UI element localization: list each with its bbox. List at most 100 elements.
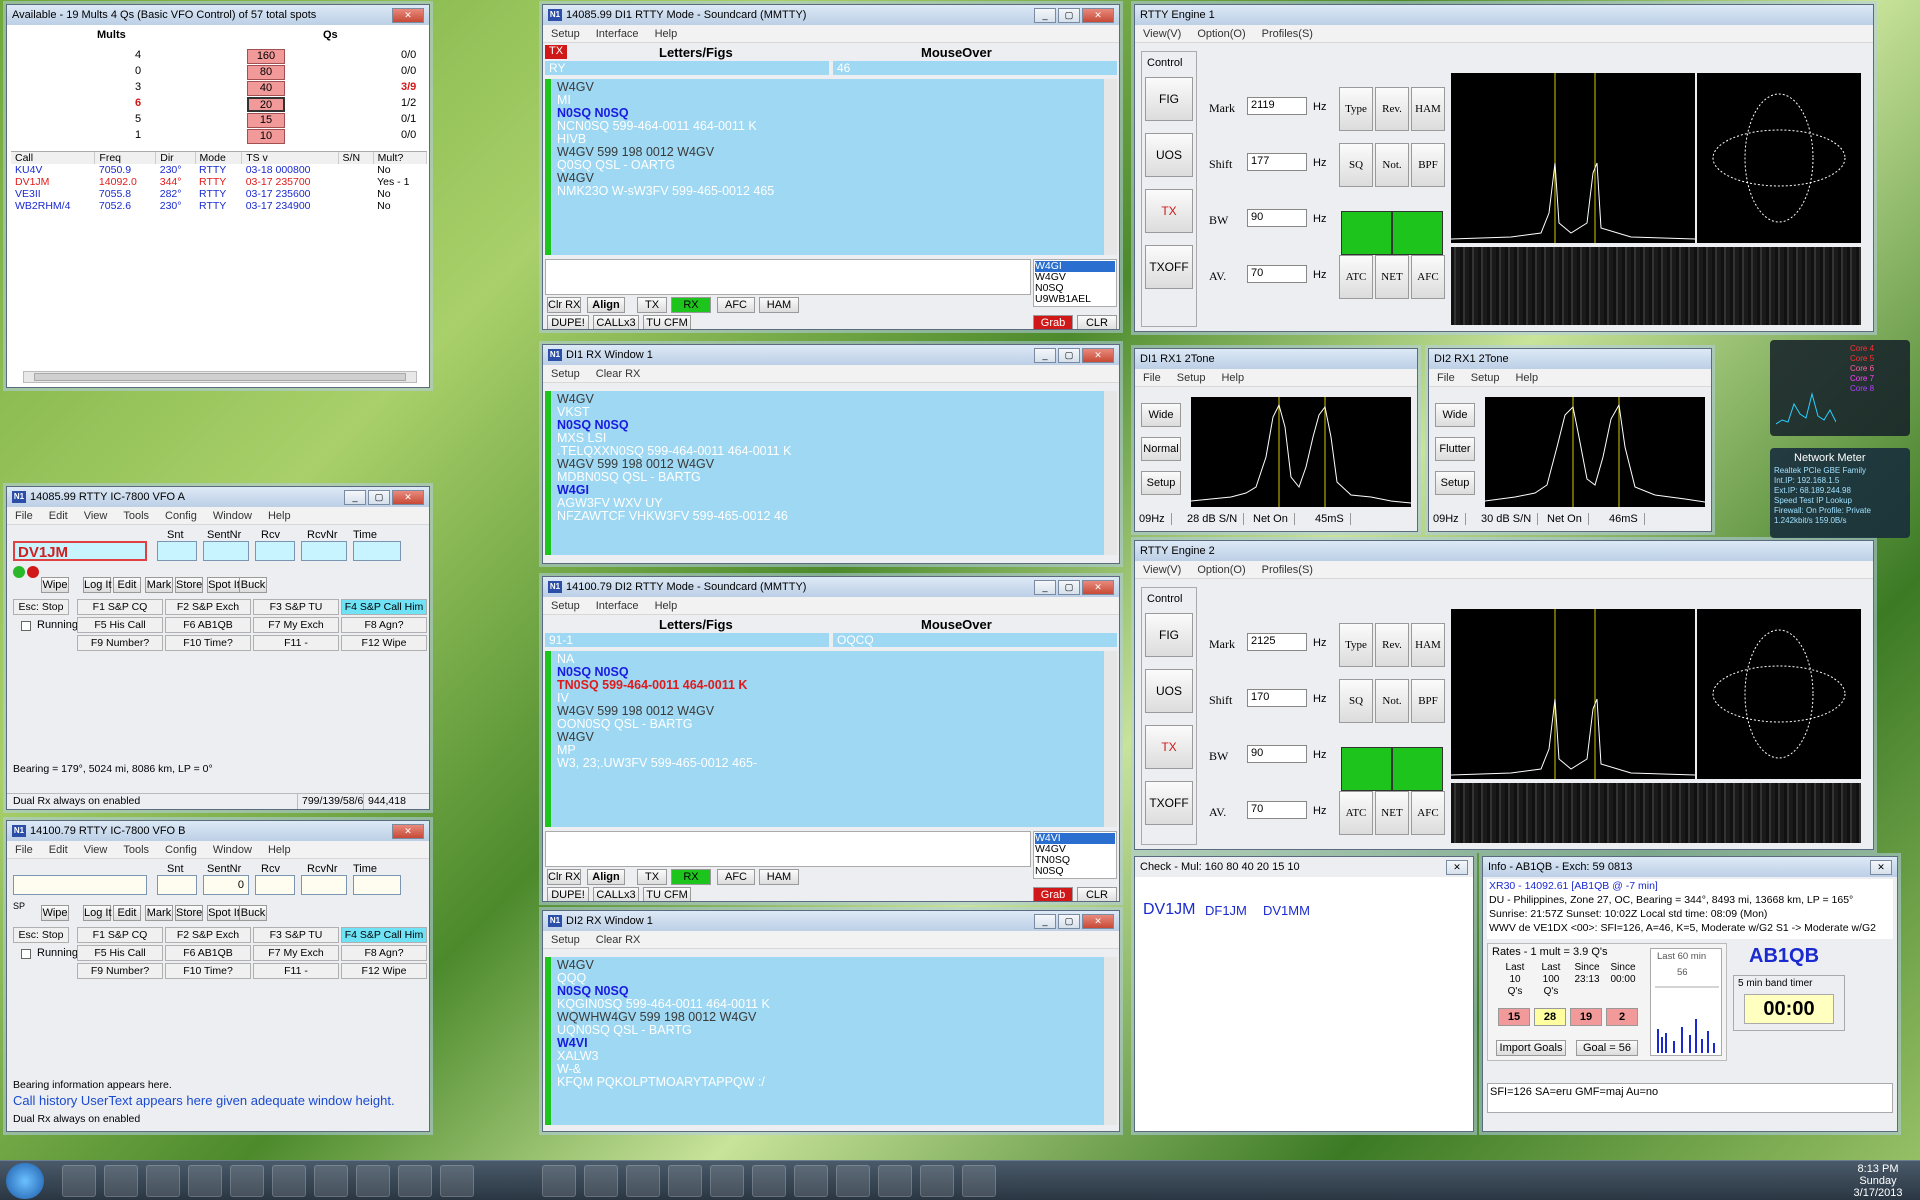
rtty-icon[interactable] — [878, 1165, 912, 1197]
engine-value-select[interactable]: 2119 — [1247, 97, 1307, 115]
start-button[interactable] — [6, 1163, 44, 1199]
column-header[interactable]: Dir — [155, 152, 196, 164]
sentnr-input[interactable] — [203, 541, 249, 561]
target-icon[interactable] — [920, 1165, 954, 1197]
rx2-titlebar[interactable]: N1 DI2 RX Window 1 _ ▢ ✕ — [543, 911, 1119, 931]
vfo-spot-it-button[interactable]: Spot It — [207, 905, 241, 921]
menu-item[interactable]: Window — [205, 510, 260, 522]
menu-item[interactable]: Tools — [115, 510, 157, 522]
vfo-edit-button[interactable]: Edit — [113, 577, 141, 593]
function-key[interactable]: F3 S&P TU — [253, 599, 339, 615]
engine-fig-button[interactable]: FIG — [1145, 613, 1193, 657]
function-key[interactable]: F3 S&P TU — [253, 927, 339, 943]
menu-item[interactable]: Help — [260, 510, 299, 522]
mmtty-clr-button[interactable]: CLR — [1077, 315, 1117, 329]
rcvnr-input[interactable] — [301, 541, 347, 561]
vfo-wipe-button[interactable]: Wipe — [41, 905, 69, 921]
vfob-titlebar[interactable]: N1 14100.79 RTTY IC-7800 VFO B ✕ — [7, 821, 429, 841]
available-titlebar[interactable]: Available - 19 Mults 4 Qs (Basic VFO Con… — [7, 5, 429, 25]
engine-txoff-button[interactable]: TXOFF — [1145, 781, 1193, 825]
import-goals-button[interactable]: Import Goals — [1496, 1040, 1566, 1056]
tx-text-area[interactable] — [545, 831, 1031, 867]
close-button[interactable]: ✕ — [392, 489, 424, 505]
callsign-list[interactable]: W4VI W4GV TN0SQ N0SQ — [1033, 831, 1117, 879]
ie-icon[interactable] — [62, 1165, 96, 1197]
setup-button[interactable]: Setup — [1435, 471, 1475, 495]
rx1-titlebar[interactable]: N1 DI1 RX Window 1 _ ▢ ✕ — [543, 345, 1119, 365]
paint-icon[interactable] — [794, 1165, 828, 1197]
engine-tx-button[interactable]: TX — [1145, 725, 1193, 769]
function-key[interactable]: F7 My Exch — [253, 945, 339, 961]
mmtty-tx-button[interactable]: TX — [637, 297, 667, 313]
close-button[interactable]: ✕ — [1082, 579, 1114, 595]
vertical-scrollbar[interactable] — [1103, 957, 1117, 1125]
vfo-spot-it-button[interactable]: Spot It — [207, 577, 241, 593]
function-key[interactable]: F8 Agn? — [341, 945, 427, 961]
vfo-store-button[interactable]: Store — [175, 905, 203, 921]
tx-text-area[interactable] — [545, 259, 1031, 295]
mmtty-align-button[interactable]: Align — [587, 297, 625, 313]
cmd-icon[interactable] — [188, 1165, 222, 1197]
engine-rev-button[interactable]: Rev. — [1375, 623, 1409, 667]
function-key[interactable]: F10 Time? — [165, 635, 251, 651]
check-titlebar[interactable]: Check - Mul: 160 80 40 20 15 10 ✕ — [1135, 857, 1473, 877]
function-key[interactable]: F12 Wipe — [341, 963, 427, 979]
engine-ham-button[interactable]: HAM — [1411, 623, 1445, 667]
column-header[interactable]: S/N — [338, 152, 374, 164]
call-input[interactable] — [13, 875, 147, 895]
vertical-scrollbar[interactable] — [1103, 391, 1117, 555]
engine-sq-button[interactable]: SQ — [1339, 679, 1373, 723]
engine-sq-button[interactable]: SQ — [1339, 143, 1373, 187]
tone2-titlebar[interactable]: DI2 RX1 2Tone — [1429, 349, 1711, 369]
engine-uos-button[interactable]: UOS — [1145, 669, 1193, 713]
menu-item[interactable]: Config — [157, 510, 205, 522]
table-row[interactable]: KU4V 7050.9 230° RTTY 03-18 000800 No — [11, 164, 427, 176]
target-icon[interactable] — [668, 1165, 702, 1197]
function-key[interactable]: F11 - — [253, 635, 339, 651]
engine-bpf-button[interactable]: BPF — [1411, 143, 1445, 187]
function-key[interactable]: F1 S&P CQ — [77, 927, 163, 943]
engine-afc-button[interactable]: AFC — [1411, 255, 1445, 299]
wide-button[interactable]: Wide — [1141, 403, 1181, 427]
engine-not-button[interactable]: Not. — [1375, 143, 1409, 187]
function-key[interactable]: F6 AB1QB — [165, 945, 251, 961]
function-key[interactable]: F9 Number? — [77, 635, 163, 651]
info-titlebar[interactable]: Info - AB1QB - Exch: 59 0813 ✕ — [1483, 857, 1897, 877]
vfoa-titlebar[interactable]: N1 14085.99 RTTY IC-7800 VFO A _ ▢ ✕ — [7, 487, 429, 507]
band-button[interactable]: 160 — [247, 49, 285, 64]
engine-fig-button[interactable]: FIG — [1145, 77, 1193, 121]
firefox-icon[interactable] — [542, 1165, 576, 1197]
function-key[interactable]: F7 My Exch — [253, 617, 339, 633]
engine-uos-button[interactable]: UOS — [1145, 133, 1193, 177]
function-key[interactable]: F12 Wipe — [341, 635, 427, 651]
table-row[interactable]: WB2RHM/4 7052.6 230° RTTY 03-17 234900 No — [11, 200, 427, 212]
vfo-store-button[interactable]: Store — [175, 577, 203, 593]
mmtty-afc-button[interactable]: AFC — [717, 869, 755, 885]
mmtty-tx-button[interactable]: TX — [637, 869, 667, 885]
close-button[interactable]: ✕ — [1082, 347, 1114, 363]
rcv-input[interactable] — [255, 541, 295, 561]
snt-input[interactable] — [157, 875, 197, 895]
goal-button[interactable]: Goal = 56 — [1576, 1040, 1638, 1056]
check-alt-call[interactable]: DF1JM — [1205, 903, 1247, 918]
engine-atc-button[interactable]: ATC — [1339, 255, 1373, 299]
menu-item[interactable]: Window — [205, 844, 260, 856]
engine-rev-button[interactable]: Rev. — [1375, 87, 1409, 131]
band-button[interactable]: 40 — [247, 81, 285, 96]
running-checkbox[interactable] — [21, 949, 31, 959]
engine2-titlebar[interactable]: RTTY Engine 2 — [1135, 541, 1873, 561]
function-key[interactable]: F4 S&P Call Him — [341, 927, 427, 943]
mmtty-tucfm-button[interactable]: TU CFM — [643, 315, 691, 329]
horizontal-scrollbar[interactable] — [23, 371, 417, 383]
function-key[interactable]: F10 Time? — [165, 963, 251, 979]
rx-text-area[interactable]: W4GV VKST N0SQ N0SQ MXS LSI .TELQXXN0SQ 599-… — [545, 391, 1105, 555]
n1mm-icon[interactable] — [584, 1165, 618, 1197]
engine-bpf-button[interactable]: BPF — [1411, 679, 1445, 723]
vfo-wipe-button[interactable]: Wipe — [41, 577, 69, 593]
rdp-icon[interactable] — [752, 1165, 786, 1197]
snt-input[interactable] — [157, 541, 197, 561]
vfo-log-it-button[interactable]: Log It — [83, 905, 112, 921]
tone1-titlebar[interactable]: DI1 RX1 2Tone — [1135, 349, 1417, 369]
close-button[interactable]: ✕ — [1082, 913, 1114, 929]
menu-item[interactable]: Edit — [41, 510, 76, 522]
